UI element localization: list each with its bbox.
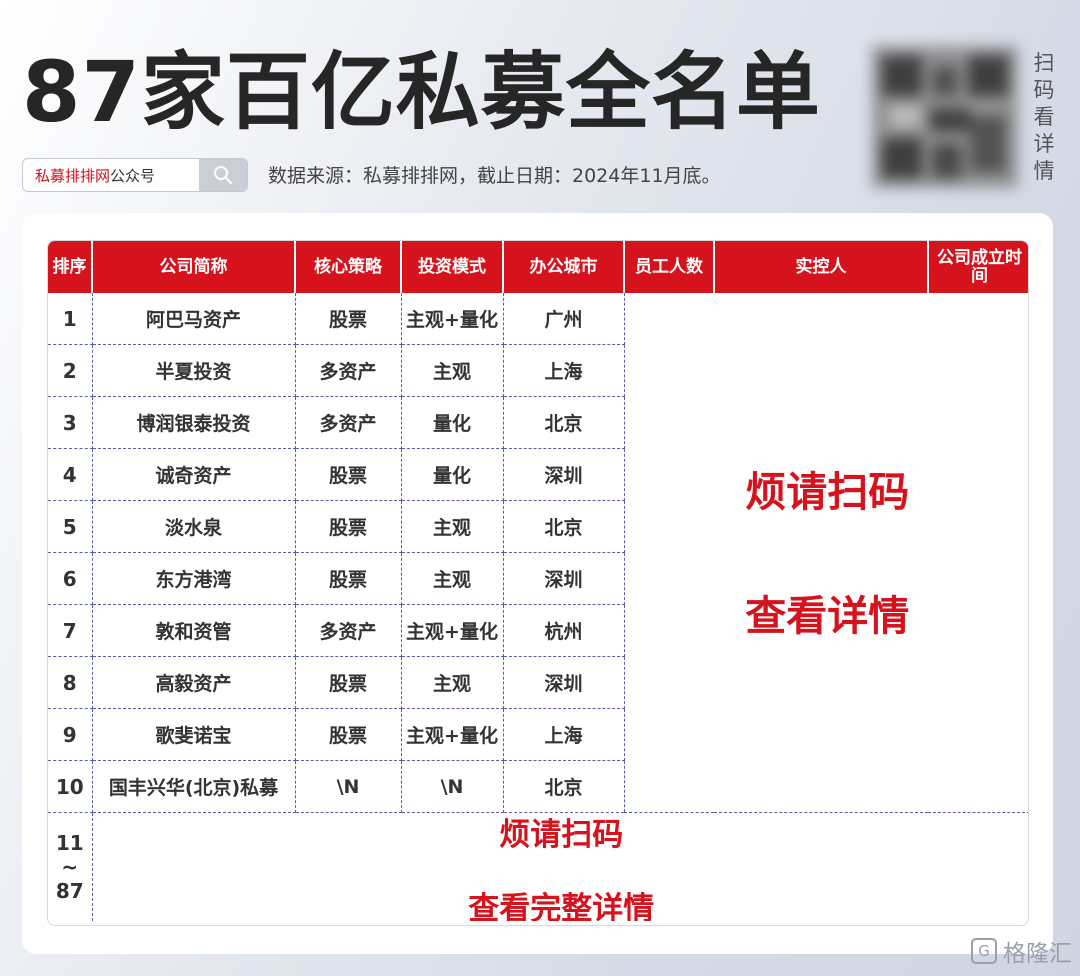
rank-cell: 7 bbox=[48, 604, 93, 657]
table-row-remaining: 11 ~87 烦请扫码 查看完整详情 bbox=[48, 812, 1028, 921]
header-city: 办公城市 bbox=[503, 241, 625, 293]
scan-char: 详 bbox=[1033, 132, 1055, 156]
scan-char: 码 bbox=[1033, 78, 1055, 102]
mode-cell: 主观 bbox=[401, 656, 504, 709]
mode-cell: 主观 bbox=[401, 552, 504, 605]
header-mode: 投资模式 bbox=[401, 241, 504, 293]
company-cell: 博润银泰投资 bbox=[92, 396, 296, 449]
strategy-cell: 多资产 bbox=[295, 604, 402, 657]
scan-prompt-full-line1: 烦请扫码 bbox=[499, 817, 624, 853]
table-header-row: 排序 公司简称 核心策略 投资模式 办公城市 员工人数 实控人 公司成立时间 bbox=[48, 241, 1028, 293]
city-cell: 上海 bbox=[503, 708, 625, 761]
page-title: 87家百亿私募全名单 bbox=[22, 43, 821, 141]
header-company: 公司简称 bbox=[92, 241, 296, 293]
mode-cell: 量化 bbox=[401, 448, 504, 501]
strategy-cell: 股票 bbox=[295, 448, 402, 501]
scan-char: 看 bbox=[1033, 105, 1055, 129]
header-employees: 员工人数 bbox=[624, 241, 715, 293]
gelonghui-logo-icon: G bbox=[971, 938, 997, 964]
private-fund-table: 排序 公司简称 核心策略 投资模式 办公城市 员工人数 实控人 公司成立时间 1… bbox=[47, 240, 1029, 926]
strategy-cell: 股票 bbox=[295, 293, 402, 345]
mode-cell: 主观+量化 bbox=[401, 708, 504, 761]
company-cell: 高毅资产 bbox=[92, 656, 296, 709]
city-cell: 深圳 bbox=[503, 448, 625, 501]
city-cell: 北京 bbox=[503, 396, 625, 449]
company-cell: 诚奇资产 bbox=[92, 448, 296, 501]
mode-cell: 主观 bbox=[401, 500, 504, 553]
mode-cell: 主观+量化 bbox=[401, 293, 504, 345]
scan-prompt-line2: 查看详情 bbox=[745, 592, 910, 640]
rank-range-text: 11 ~87 bbox=[55, 831, 84, 903]
mode-cell: 主观 bbox=[401, 344, 504, 397]
mode-cell: 主观+量化 bbox=[401, 604, 504, 657]
city-cell: 深圳 bbox=[503, 656, 625, 709]
qr-code-image[interactable] bbox=[872, 46, 1018, 188]
rank-cell: 10 bbox=[48, 760, 93, 813]
company-cell: 淡水泉 bbox=[92, 500, 296, 553]
company-cell: 阿巴马资产 bbox=[92, 293, 296, 345]
city-cell: 北京 bbox=[503, 500, 625, 553]
header-founded: 公司成立时间 bbox=[928, 241, 1028, 293]
data-source-note: 数据来源：私募排排网，截止日期：2024年11月底。 bbox=[268, 165, 721, 187]
search-brand-label: 私募排排网 bbox=[35, 166, 111, 185]
header-strategy: 核心策略 bbox=[295, 241, 402, 293]
strategy-cell: 多资产 bbox=[295, 344, 402, 397]
rank-range-cell: 11 ~87 bbox=[48, 812, 93, 921]
city-cell: 广州 bbox=[503, 293, 625, 345]
scan-char: 扫 bbox=[1033, 51, 1055, 75]
rank-cell: 1 bbox=[48, 293, 93, 345]
company-cell: 半夏投资 bbox=[92, 344, 296, 397]
scan-for-details-label: 扫 码 看 详 情 bbox=[1032, 50, 1056, 185]
rank-cell: 8 bbox=[48, 656, 93, 709]
rank-cell: 9 bbox=[48, 708, 93, 761]
scan-char: 情 bbox=[1033, 159, 1055, 183]
city-cell: 北京 bbox=[503, 760, 625, 813]
table-row: 1 阿巴马资产 股票 主观+量化 广州 烦请扫码 查看详情 bbox=[48, 293, 1028, 813]
strategy-cell: 股票 bbox=[295, 708, 402, 761]
company-cell: 敦和资管 bbox=[92, 604, 296, 657]
header-rank: 排序 bbox=[48, 241, 93, 293]
scan-prompt-full-line2: 查看完整详情 bbox=[468, 891, 655, 921]
scan-prompt-line1: 烦请扫码 bbox=[745, 468, 910, 516]
company-cell: 国丰兴华(北京)私募 bbox=[92, 760, 296, 813]
strategy-cell: 股票 bbox=[295, 656, 402, 709]
rank-cell: 2 bbox=[48, 344, 93, 397]
strategy-cell: 股票 bbox=[295, 552, 402, 605]
city-cell: 深圳 bbox=[503, 552, 625, 605]
company-cell: 歌斐诺宝 bbox=[92, 708, 296, 761]
city-cell: 上海 bbox=[503, 344, 625, 397]
search-button[interactable] bbox=[199, 159, 247, 191]
rank-cell: 3 bbox=[48, 396, 93, 449]
rank-cell: 5 bbox=[48, 500, 93, 553]
rank-cell: 6 bbox=[48, 552, 93, 605]
rank-cell: 4 bbox=[48, 448, 93, 501]
city-cell: 杭州 bbox=[503, 604, 625, 657]
strategy-cell: \N bbox=[295, 760, 402, 813]
watermark: G 格隆汇 bbox=[971, 934, 1072, 968]
strategy-cell: 多资产 bbox=[295, 396, 402, 449]
watermark-text: 格隆汇 bbox=[1003, 941, 1072, 967]
search-suffix-label: 公众号 bbox=[110, 166, 156, 185]
mode-cell: \N bbox=[401, 760, 504, 813]
mode-cell: 量化 bbox=[401, 396, 504, 449]
hidden-remaining-cell: 烦请扫码 查看完整详情 bbox=[92, 813, 1028, 921]
strategy-cell: 股票 bbox=[295, 500, 402, 553]
hidden-details-cell: 烦请扫码 查看详情 bbox=[624, 293, 1028, 813]
company-cell: 东方港湾 bbox=[92, 552, 296, 605]
header-controller: 实控人 bbox=[714, 241, 929, 293]
search-box[interactable]: 私募排排网 公众号 bbox=[22, 158, 248, 192]
search-icon bbox=[214, 166, 233, 185]
